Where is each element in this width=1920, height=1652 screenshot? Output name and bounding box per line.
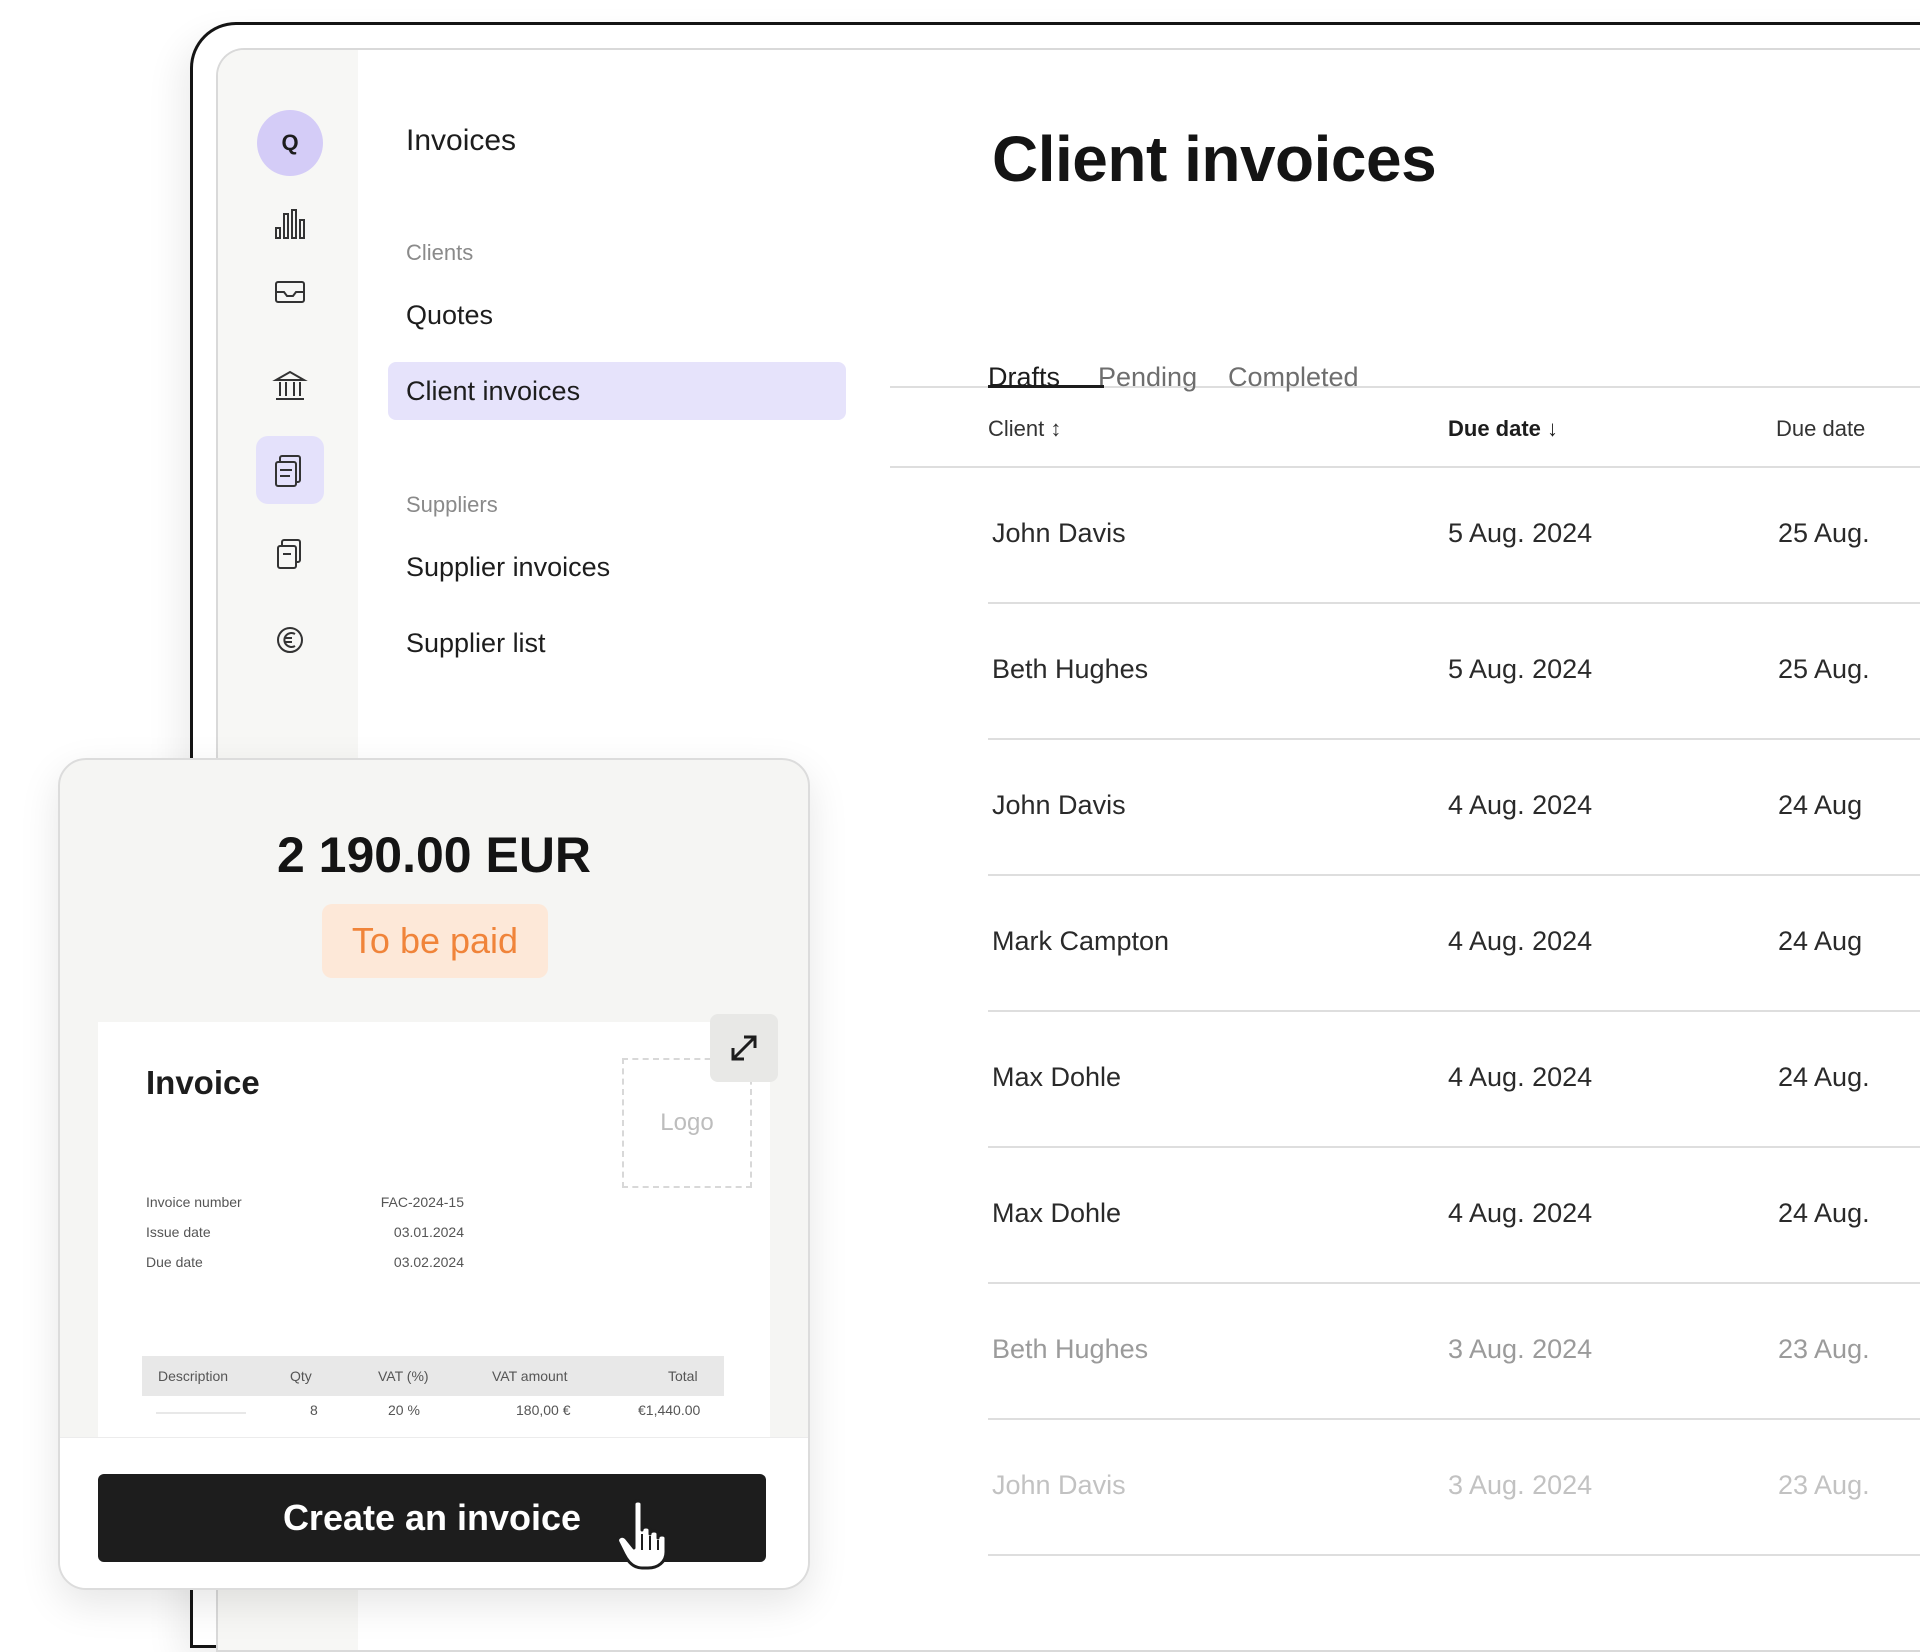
- subnav-title: Invoices: [406, 124, 517, 157]
- invoice-col-description: Description: [158, 1368, 229, 1384]
- row-due-date-2: 24 Aug.: [1778, 1062, 1870, 1092]
- subnav-item-supplier-list[interactable]: Supplier list: [406, 628, 546, 659]
- main-content: Client invoices Drafts Pending Completed…: [890, 50, 1920, 1650]
- row-due-date: 4 Aug. 2024: [1448, 1062, 1593, 1092]
- row-due-date: 4 Aug. 2024: [1448, 1198, 1593, 1228]
- row-due-date-2: 24 Aug: [1778, 926, 1863, 956]
- row-client: Max Dohle: [992, 1062, 1122, 1092]
- table-row[interactable]: John Davis 5 Aug. 2024 25 Aug.: [988, 468, 1920, 604]
- table-row[interactable]: Max Dohle 4 Aug. 2024 24 Aug.: [988, 1148, 1920, 1284]
- subnav-item-quotes[interactable]: Quotes: [406, 300, 493, 331]
- invoice-preview-card: 2 190.00 EUR To be paid Invoice Logo Inv…: [58, 758, 810, 1590]
- row-client: Max Dohle: [992, 1198, 1122, 1228]
- page-title: Client invoices: [992, 123, 1437, 195]
- row-due-date-2: 24 Aug: [1778, 790, 1863, 820]
- invoice-doc-title: Invoice: [146, 1064, 260, 1101]
- row-due-date: 3 Aug. 2024: [1448, 1470, 1593, 1500]
- expand-icon: [731, 1035, 757, 1061]
- column-header-client[interactable]: Client ↕: [988, 416, 1061, 442]
- rail-bank-button[interactable]: [256, 352, 324, 420]
- invoice-col-vat: VAT (%): [378, 1368, 429, 1384]
- status-badge: To be paid: [322, 904, 548, 978]
- column-header-due-date-2[interactable]: Due date: [1776, 416, 1865, 442]
- row-due-date: 3 Aug. 2024: [1448, 1334, 1593, 1364]
- row-due-date-2: 23 Aug.: [1778, 1470, 1870, 1500]
- rail-euro-button[interactable]: [256, 604, 324, 672]
- row-due-date: 4 Aug. 2024: [1448, 926, 1593, 956]
- row-due-date: 5 Aug. 2024: [1448, 518, 1593, 548]
- meta-label: Invoice number: [146, 1194, 242, 1210]
- expand-preview-button[interactable]: [710, 1014, 778, 1082]
- invoice-cell-total: €1,440.00: [638, 1402, 701, 1418]
- invoice-col-total: Total: [668, 1368, 698, 1384]
- row-client: John Davis: [992, 518, 1126, 548]
- invoice-document-preview: Invoice Logo Invoice number FAC-2024-15 …: [98, 1022, 770, 1442]
- table-row[interactable]: John Davis 4 Aug. 2024 24 Aug: [988, 740, 1920, 876]
- table-header: Client ↕ Due date ↓ Due date: [890, 388, 1920, 468]
- meta-value: FAC-2024-15: [380, 1194, 464, 1210]
- bar-chart-icon: [275, 209, 305, 239]
- bank-icon: [272, 370, 308, 400]
- invoice-cell-vat-amount: 180,00 €: [516, 1402, 571, 1418]
- rail-dashboard-button[interactable]: [256, 190, 324, 258]
- subnav-item-supplier-invoices[interactable]: Supplier invoices: [406, 552, 610, 583]
- row-client: John Davis: [992, 1470, 1126, 1500]
- rail-inbox-button[interactable]: [256, 258, 324, 326]
- rail-invoices-button[interactable]: [256, 436, 324, 504]
- row-client: Mark Campton: [992, 926, 1170, 956]
- status-tabs: Drafts Pending Completed: [890, 310, 1920, 392]
- meta-value: 03.01.2024: [393, 1224, 464, 1240]
- invoice-icon: [275, 455, 301, 487]
- meta-label: Due date: [146, 1254, 203, 1270]
- table-row[interactable]: Max Dohle 4 Aug. 2024 24 Aug.: [988, 1012, 1920, 1148]
- row-due-date-2: 24 Aug.: [1778, 1198, 1870, 1228]
- row-due-date-2: 23 Aug.: [1778, 1334, 1870, 1364]
- invoice-col-vat-amount: VAT amount: [492, 1368, 568, 1384]
- invoice-cell-qty: 8: [310, 1402, 318, 1418]
- row-due-date: 5 Aug. 2024: [1448, 654, 1593, 684]
- invoice-table-header: Description Qty VAT (%) VAT amount Total: [142, 1356, 724, 1396]
- row-due-date: 4 Aug. 2024: [1448, 790, 1593, 820]
- row-due-date-2: 25 Aug.: [1778, 654, 1870, 684]
- subnav-item-client-invoices[interactable]: Client invoices: [388, 362, 846, 420]
- inbox-icon: [275, 281, 305, 303]
- row-client: John Davis: [992, 790, 1126, 820]
- invoice-amount: 2 190.00 EUR: [276, 827, 592, 883]
- rail-documents-button[interactable]: [256, 520, 324, 588]
- hand-pointer-icon: [616, 1499, 668, 1570]
- invoice-cell-vat: 20 %: [388, 1402, 420, 1418]
- subnav-section-clients: Clients: [406, 240, 474, 265]
- meta-label: Issue date: [146, 1224, 211, 1240]
- table-row[interactable]: Beth Hughes 5 Aug. 2024 25 Aug.: [988, 604, 1920, 740]
- documents-icon: [277, 539, 301, 569]
- row-due-date-2: 25 Aug.: [1778, 518, 1870, 548]
- euro-icon: [277, 627, 303, 653]
- row-client: Beth Hughes: [992, 1334, 1149, 1364]
- table-row[interactable]: Mark Campton 4 Aug. 2024 24 Aug: [988, 876, 1920, 1012]
- card-footer: Create an invoice: [60, 1437, 808, 1588]
- row-client: Beth Hughes: [992, 654, 1149, 684]
- invoice-col-qty: Qty: [290, 1368, 312, 1384]
- column-header-due-date[interactable]: Due date ↓: [1448, 416, 1558, 442]
- table-row[interactable]: Beth Hughes 3 Aug. 2024 23 Aug.: [988, 1284, 1920, 1420]
- subnav-section-suppliers: Suppliers: [406, 492, 498, 517]
- invoice-row-description-line: [156, 1412, 246, 1414]
- meta-value: 03.02.2024: [393, 1254, 464, 1270]
- table-row[interactable]: John Davis 3 Aug. 2024 23 Aug.: [988, 1420, 1920, 1556]
- avatar[interactable]: Q: [257, 110, 323, 176]
